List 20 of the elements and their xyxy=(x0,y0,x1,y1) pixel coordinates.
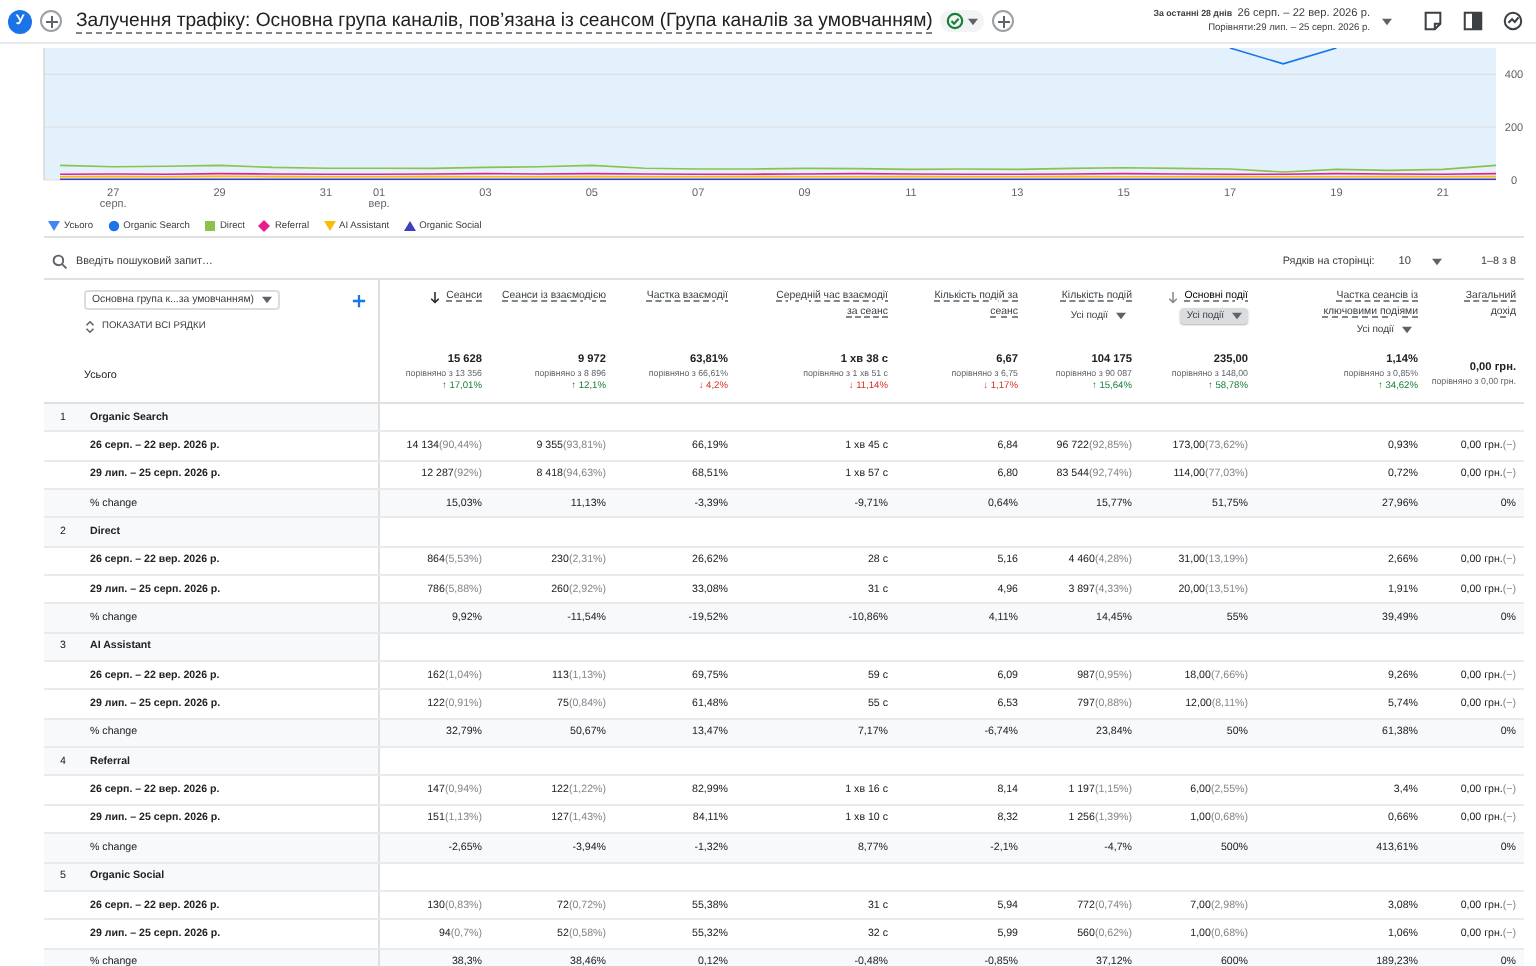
add-dimension-icon[interactable] xyxy=(352,293,366,307)
series-line xyxy=(1229,48,1338,65)
caret-icon xyxy=(262,296,273,304)
add-comparison-button[interactable] xyxy=(40,10,62,32)
caret-icon xyxy=(1116,311,1126,319)
add-card-button[interactable] xyxy=(992,10,1015,32)
report-title[interactable]: Залучення трафіку: Основна група каналів, пов’язана із сеансом (Група каналів за умовчанням) xyxy=(76,9,933,33)
columns-icon[interactable] xyxy=(1462,10,1484,32)
caret-icon xyxy=(968,17,979,25)
insights-icon[interactable] xyxy=(1502,10,1524,32)
caret-icon xyxy=(1431,257,1442,265)
sort-arrow-icon[interactable] xyxy=(430,292,441,304)
check-circle-icon xyxy=(946,12,965,30)
status-dropdown[interactable] xyxy=(940,10,985,32)
note-icon[interactable] xyxy=(1422,10,1444,32)
search-icon xyxy=(52,253,68,269)
caret-icon xyxy=(1232,311,1242,319)
caret-icon xyxy=(1382,17,1392,25)
caret-icon xyxy=(1402,326,1412,334)
expand-icon xyxy=(84,320,96,334)
